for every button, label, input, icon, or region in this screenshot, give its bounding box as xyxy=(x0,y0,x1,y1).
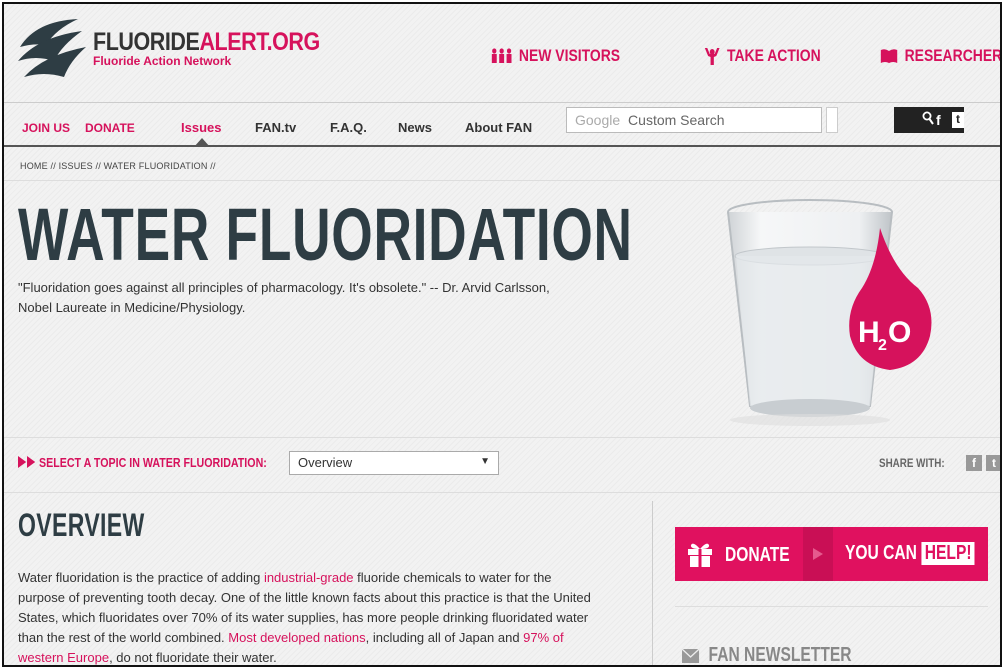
people-icon xyxy=(491,48,512,63)
twitter-icon[interactable]: t xyxy=(952,112,964,128)
help-badge: HELP! xyxy=(921,542,975,565)
chevron-down-icon: ▼ xyxy=(480,456,490,467)
header-social-bar: f t xyxy=(894,107,964,133)
page-frame: FLUORIDEALERT.ORG Fluoride Action Networ… xyxy=(2,2,1002,667)
join-us-link[interactable]: JOIN US xyxy=(22,121,70,135)
overview-text: Water fluoridation is the practice of ad… xyxy=(18,570,264,585)
nav-new-visitors-label: NEW VISITORS xyxy=(518,46,621,65)
industrial-grade-link[interactable]: industrial-grade xyxy=(264,570,354,585)
overview-paragraph: Water fluoridation is the practice of ad… xyxy=(18,568,598,665)
topic-selector-text: SELECT A TOPIC IN WATER FLUORIDATION: xyxy=(39,455,267,470)
page-title: WATER FLUORIDATION xyxy=(18,193,633,276)
developed-nations-link[interactable]: Most developed nations xyxy=(228,630,365,645)
search-brand: Google xyxy=(575,112,621,128)
site-logo[interactable]: FLUORIDEALERT.ORG Fluoride Action Networ… xyxy=(93,28,357,69)
arrow-right-icon xyxy=(813,548,823,560)
fan-newsletter-heading[interactable]: FAN NEWSLETTER xyxy=(682,644,852,666)
share-facebook-icon[interactable]: f xyxy=(966,455,982,471)
nav-take-action[interactable]: TAKE ACTION xyxy=(704,46,821,66)
logo-subtitle: Fluoride Action Network xyxy=(93,54,232,68)
nav-new-visitors[interactable]: NEW VISITORS xyxy=(491,46,620,66)
donate-arrow xyxy=(803,527,833,581)
drop-label-o: O xyxy=(888,316,911,349)
overview-heading: OVERVIEW xyxy=(18,507,145,543)
hero-quote: "Fluoridation goes against all principle… xyxy=(18,280,550,315)
drop-label-sub: 2 xyxy=(878,337,887,354)
gift-icon xyxy=(688,543,712,567)
nav-about-fan[interactable]: About FAN xyxy=(465,120,532,135)
overview-text: , including all of Japan and xyxy=(365,630,524,645)
you-can-label: YOU CAN xyxy=(845,542,917,564)
book-icon xyxy=(880,49,898,63)
donate-link[interactable]: DONATE xyxy=(85,121,135,135)
logo-title-b: ALERT.ORG xyxy=(199,28,320,56)
column-divider xyxy=(652,501,653,665)
topic-select-value: Overview xyxy=(298,455,353,470)
breadcrumb: HOME // ISSUES // WATER FLUORIDATION // xyxy=(20,161,216,171)
nav-fan-tv[interactable]: FAN.tv xyxy=(255,120,296,135)
search-placeholder: Custom Search xyxy=(628,112,725,128)
search-input[interactable]: Google Custom Search xyxy=(566,107,822,133)
topic-selector-label: SELECT A TOPIC IN WATER FLUORIDATION: xyxy=(18,455,267,470)
nav-researchers[interactable]: RESEARCHERS xyxy=(880,46,1002,66)
drop-label-h: H xyxy=(858,316,880,349)
facebook-icon[interactable]: f xyxy=(936,112,950,128)
raised-hands-icon xyxy=(704,48,720,65)
water-glass-illustration: H 2 O xyxy=(718,188,948,433)
envelope-icon xyxy=(682,648,700,663)
search-divider xyxy=(826,107,838,133)
newsletter-label: FAN NEWSLETTER xyxy=(708,644,852,666)
double-arrow-icon xyxy=(18,456,36,468)
nav-news[interactable]: News xyxy=(398,120,432,135)
topic-select[interactable]: Overview ▼ xyxy=(289,451,499,475)
active-tab-pointer-icon xyxy=(194,138,210,147)
fan-logo-icon[interactable] xyxy=(16,17,88,88)
nav-researchers-label: RESEARCHERS xyxy=(904,46,1002,65)
nav-faq[interactable]: F.A.Q. xyxy=(330,120,367,135)
divider xyxy=(4,180,1000,181)
search-icon[interactable] xyxy=(922,111,934,125)
nav-issues[interactable]: Issues xyxy=(181,120,221,135)
divider xyxy=(4,437,1000,438)
you-can-help[interactable]: YOU CAN HELP! xyxy=(845,542,975,565)
divider xyxy=(675,606,988,607)
share-twitter-icon[interactable]: t xyxy=(986,455,1000,471)
donate-label: DONATE xyxy=(725,544,790,566)
logo-title-a: FLUORIDE xyxy=(93,28,200,56)
share-label: SHARE WITH: xyxy=(879,456,945,470)
donate-button[interactable]: DONATE xyxy=(675,527,803,581)
site-header: FLUORIDEALERT.ORG Fluoride Action Networ… xyxy=(4,4,1000,102)
nav-take-action-label: TAKE ACTION xyxy=(726,46,821,65)
donate-banner[interactable]: DONATE YOU CAN HELP! xyxy=(675,527,988,581)
divider xyxy=(4,492,1000,493)
overview-text: , do not fluoridate their water. xyxy=(109,650,277,665)
